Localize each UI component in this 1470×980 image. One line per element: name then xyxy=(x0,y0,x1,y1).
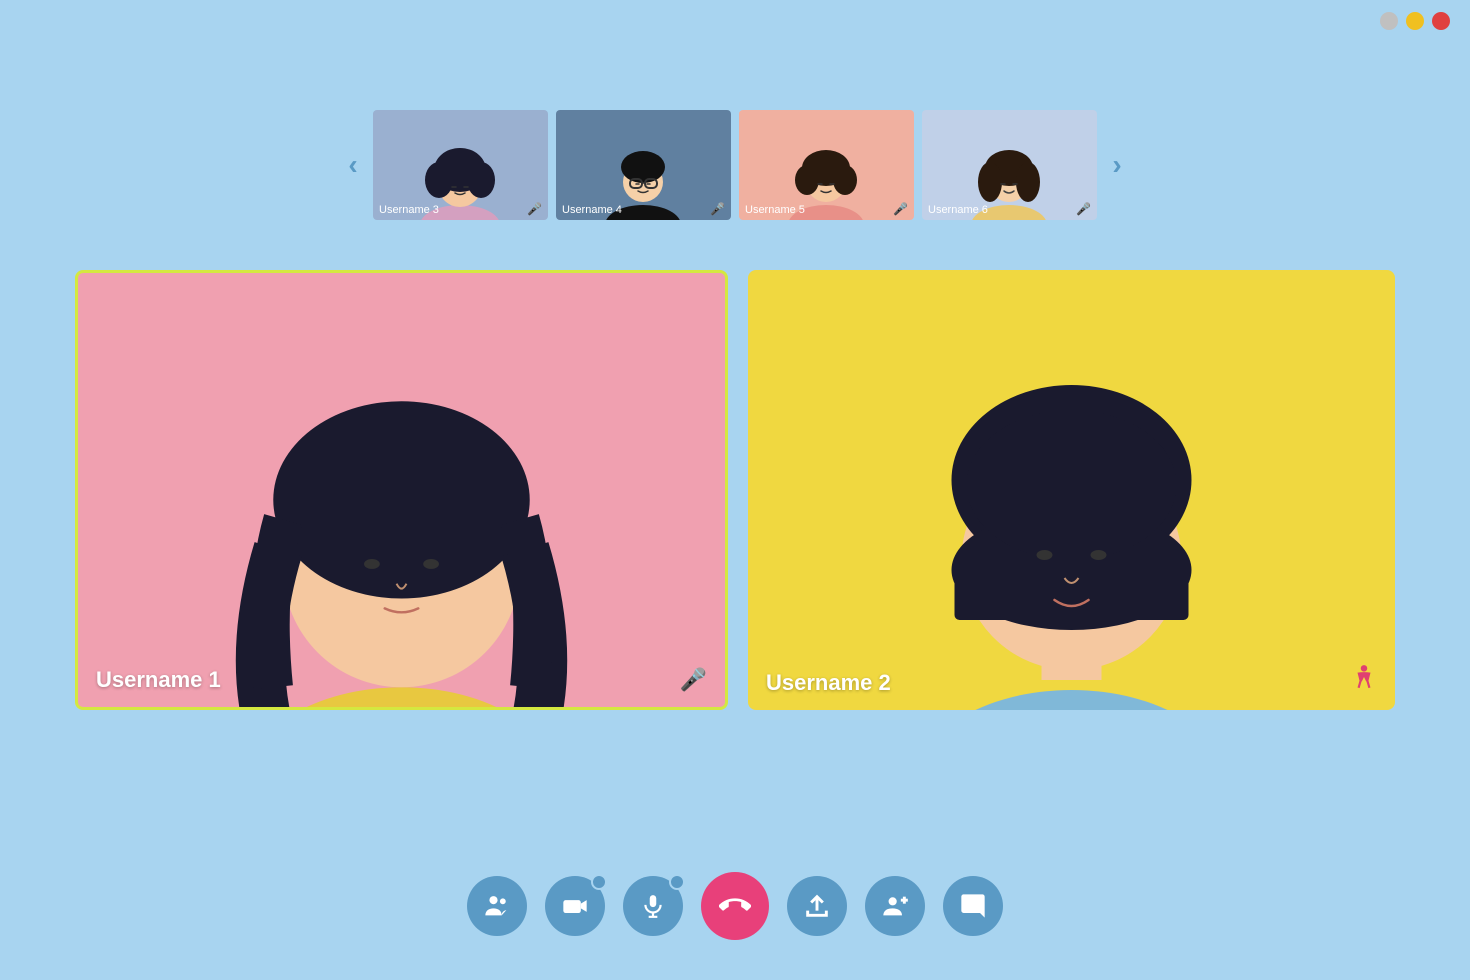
thumb3-label: Username 3 xyxy=(379,204,439,216)
thumbnail-user6[interactable]: Username 6 🎤 xyxy=(922,110,1097,220)
thumbnail-user5[interactable]: Username 5 🎤 xyxy=(739,110,914,220)
thumb3-mic: 🎤 xyxy=(527,202,542,216)
minimize-button[interactable] xyxy=(1380,12,1398,30)
camera-badge xyxy=(591,874,607,890)
activity-icon-user2 xyxy=(1351,664,1377,696)
end-call-icon xyxy=(719,890,751,922)
maximize-button[interactable] xyxy=(1406,12,1424,30)
video-label-user1: Username 1 xyxy=(96,667,221,693)
video-grid: Username 1 🎤 Username 2 xyxy=(75,270,1395,710)
share-icon xyxy=(803,892,831,920)
thumbnail-user4[interactable]: Username 4 🎤 xyxy=(556,110,731,220)
mic-badge xyxy=(669,874,685,890)
add-user-button[interactable] xyxy=(865,876,925,936)
avatar-main-user2 xyxy=(748,270,1395,710)
next-arrow[interactable]: › xyxy=(1097,145,1137,185)
video-label-user2: Username 2 xyxy=(766,670,891,696)
participants-button[interactable] xyxy=(467,876,527,936)
mic-icon-user1: 🎤 xyxy=(680,667,707,693)
thumb6-mic: 🎤 xyxy=(1076,202,1091,216)
thumbnails-container: Username 3 🎤 xyxy=(373,110,1097,220)
thumbnail-strip: ‹ Username 3 xyxy=(0,110,1470,220)
prev-arrow[interactable]: ‹ xyxy=(333,145,373,185)
camera-button[interactable] xyxy=(545,876,605,936)
close-button[interactable] xyxy=(1432,12,1450,30)
camera-icon xyxy=(561,892,589,920)
toolbar xyxy=(0,872,1470,940)
participants-icon xyxy=(483,892,511,920)
chat-button[interactable] xyxy=(943,876,1003,936)
chat-icon xyxy=(959,892,987,920)
thumb5-mic: 🎤 xyxy=(893,202,908,216)
add-user-icon xyxy=(881,892,909,920)
thumb6-label: Username 6 xyxy=(928,204,988,216)
video-tile-user2[interactable]: Username 2 xyxy=(748,270,1395,710)
microphone-icon xyxy=(640,893,666,919)
share-button[interactable] xyxy=(787,876,847,936)
thumb4-mic: 🎤 xyxy=(710,202,725,216)
thumb4-label: Username 4 xyxy=(562,204,622,216)
microphone-button[interactable] xyxy=(623,876,683,936)
video-tile-user1[interactable]: Username 1 🎤 xyxy=(75,270,728,710)
end-call-button[interactable] xyxy=(701,872,769,940)
thumb5-label: Username 5 xyxy=(745,204,805,216)
avatar-main-user1 xyxy=(78,273,725,707)
window-controls xyxy=(1380,12,1450,30)
thumbnail-user3[interactable]: Username 3 🎤 xyxy=(373,110,548,220)
